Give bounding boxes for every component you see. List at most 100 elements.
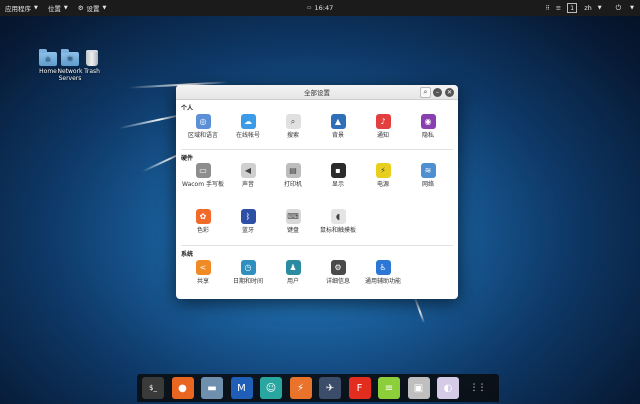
metasploit-icon[interactable]: ✈ (319, 377, 341, 399)
settings-item-label: 用户 (286, 278, 299, 285)
settings-item-background[interactable]: ▲ 背景 (313, 114, 363, 139)
clock-label: 16:47 (314, 4, 334, 12)
settings-menu[interactable]: ⚙ 设置 ▼ (73, 0, 112, 16)
calendar-icon: ▭ (306, 5, 312, 11)
apps-grid-icon[interactable]: ⠿ (545, 5, 549, 12)
power-icon[interactable]: ⏻ (616, 4, 622, 13)
leafpad-icon[interactable]: ≡ (378, 377, 400, 399)
places-menu[interactable]: 位置 ▼ (43, 0, 73, 16)
background-icon: ▲ (330, 114, 346, 129)
settings-item-label: 通用辅助功能 (364, 278, 401, 285)
settings-item-users[interactable]: ♟ 用户 (268, 260, 318, 285)
section-divider (181, 245, 453, 246)
details-icon: ⚙ (330, 260, 346, 275)
chevron-down-icon: ▼ (63, 5, 68, 11)
settings-item-label: 键盘 (286, 227, 299, 234)
settings-item-label: 共享 (196, 278, 209, 285)
clock[interactable]: ▭ 16:47 (307, 0, 333, 16)
settings-item-region-language[interactable]: ◎ 区域和语言 (178, 114, 228, 139)
settings-item-bluetooth[interactable]: ᛒ 蓝牙 (223, 209, 273, 234)
settings-item-sound[interactable]: ◀ 声音 (223, 163, 273, 188)
minimize-icon: – (436, 89, 439, 96)
settings-item-label: 色彩 (196, 227, 209, 234)
settings-item-power[interactable]: ⚡ 电源 (358, 163, 408, 188)
settings-item-wacom-tablet[interactable]: ▭ Wacom 手写板 (178, 163, 228, 188)
trash-icon (86, 50, 98, 66)
settings-item-label: 鼠标和触摸板 (319, 227, 356, 234)
app-grid-icon[interactable]: ⋮⋮ (467, 377, 489, 399)
language-indicator[interactable]: zh (584, 4, 592, 12)
settings-item-printer[interactable]: ▤ 打印机 (268, 163, 318, 188)
sound-icon: ◀ (240, 163, 256, 178)
sharing-icon: < (195, 260, 211, 275)
window-title: 全部设置 (304, 89, 330, 97)
settings-item-network[interactable]: ≋ 网络 (403, 163, 453, 188)
keyboard-icon: ⌨ (285, 209, 301, 224)
settings-item-keyboard[interactable]: ⌨ 键盘 (268, 209, 318, 234)
settings-item-privacy[interactable]: ◉ 隐私 (403, 114, 453, 139)
settings-item-search[interactable]: ⌕ 搜索 (268, 114, 318, 139)
settings-item-notifications[interactable]: ♪ 通知 (358, 114, 408, 139)
top-panel: 应用程序 ▼ 位置 ▼ ⚙ 设置 ▼ ▭ 16:47 ⠿ ≡ 1 zh ▼ ⏻ … (0, 0, 640, 16)
settings-item-date-time[interactable]: ◷ 日期和时间 (223, 260, 273, 285)
maltego-icon[interactable]: M (230, 377, 253, 399)
settings-item-mouse-touchpad[interactable]: ◖ 鼠标和触摸板 (313, 209, 363, 234)
settings-item-label: 网络 (421, 181, 434, 188)
region-language-icon: ◎ (195, 114, 211, 129)
chevron-down-icon: ▼ (102, 5, 107, 11)
users-icon: ♟ (285, 260, 301, 275)
wacom-tablet-icon: ▭ (195, 163, 211, 178)
settings-menu-label: 设置 (86, 5, 100, 13)
settings-item-details[interactable]: ⚙ 详细信息 (313, 260, 363, 285)
settings-item-label: Wacom 手写板 (182, 181, 224, 188)
applications-menu[interactable]: 应用程序 ▼ (0, 0, 43, 16)
printer-icon: ▤ (285, 163, 301, 178)
window-titlebar[interactable]: 全部设置 ⌕ – ✕ (176, 85, 458, 100)
faraday-icon[interactable]: F (348, 377, 371, 399)
armitage-icon[interactable]: ☺ (260, 377, 282, 399)
settings-item-label: 声音 (241, 181, 254, 188)
settings-item-label: 详细信息 (325, 278, 350, 285)
settings-item-label: 搜索 (286, 132, 299, 139)
places-menu-label: 位置 (47, 5, 61, 13)
settings-item-accessibility[interactable]: ♿ 通用辅助功能 (358, 260, 408, 285)
files-icon[interactable]: ▬ (201, 377, 223, 399)
settings-item-label: 背景 (331, 132, 344, 139)
settings-item-label: 在线帐号 (235, 132, 260, 139)
terminal-icon[interactable]: $_ (142, 377, 164, 399)
settings-item-label: 电源 (376, 181, 389, 188)
settings-item-label: 区域和语言 (187, 132, 218, 139)
search-icon: ⌕ (285, 114, 301, 129)
cherrytree-icon[interactable]: ▣ (407, 377, 430, 399)
burpsuite-icon[interactable]: ⚡ (289, 377, 312, 399)
applications-menu-label: 应用程序 (5, 5, 31, 13)
firefox-icon[interactable]: ● (171, 377, 194, 399)
settings-item-label: 蓝牙 (241, 227, 254, 234)
bluetooth-icon: ᛒ (240, 209, 256, 224)
accessibility-icon: ♿ (375, 260, 391, 275)
mouse-touchpad-icon: ◖ (330, 209, 346, 224)
workspace-number: 1 (570, 4, 575, 12)
chevron-down-icon: ▼ (34, 5, 38, 11)
hamburger-menu-icon[interactable]: ≡ (556, 4, 561, 12)
search-icon: ⌕ (423, 88, 428, 96)
workspace-indicator[interactable]: 1 (567, 3, 578, 13)
settings-item-online-accounts[interactable]: ☁ 在线帐号 (223, 114, 273, 139)
desktop-icon-trash[interactable]: Trash (77, 50, 107, 75)
power-icon: ⚡ (375, 163, 391, 178)
chevron-down-icon[interactable]: ▼ (598, 5, 602, 11)
settings-item-sharing[interactable]: < 共享 (178, 260, 228, 285)
close-button[interactable]: ✕ (445, 88, 454, 97)
chevron-down-icon[interactable]: ▼ (630, 5, 634, 11)
search-button[interactable]: ⌕ (420, 87, 431, 98)
settings-item-color[interactable]: ✿ 色彩 (178, 209, 228, 234)
tweaks-icon[interactable]: ◐ (437, 377, 459, 399)
settings-item-label: 隐私 (421, 132, 434, 139)
settings-menu-icon: ⚙ (77, 4, 84, 12)
section-title-hardware: 硬件 (181, 155, 194, 162)
minimize-button[interactable]: – (433, 88, 442, 97)
settings-item-display[interactable]: ▪ 显示 (313, 163, 363, 188)
date-time-icon: ◷ (240, 260, 256, 275)
network-icon: ≋ (420, 163, 436, 178)
settings-window: 全部设置 ⌕ – ✕ 个人 硬件 系统 ◎ 区域和语言 ☁ 在线帐号 ⌕ 搜索 ▲ 背景 ♪ 通知… (176, 85, 458, 299)
